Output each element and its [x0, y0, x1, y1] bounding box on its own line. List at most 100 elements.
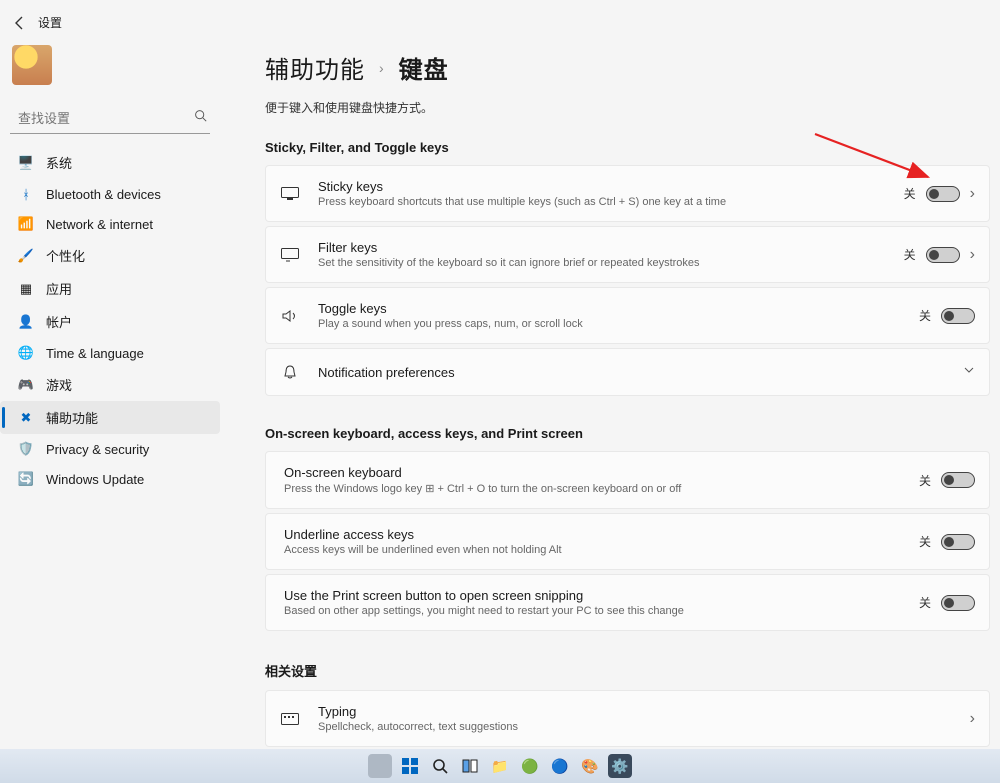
card-title: Sticky keys	[318, 179, 904, 194]
toggle-state: 关	[904, 185, 916, 202]
search-taskbar-icon[interactable]	[428, 754, 452, 778]
card-print-screen[interactable]: Use the Print screen button to open scre…	[265, 574, 990, 631]
chevron-right-icon[interactable]: ›	[970, 185, 975, 203]
taskbar: 📁 🟢 🔵 🎨 ⚙️	[0, 749, 1000, 783]
nav-label: Privacy & security	[46, 442, 149, 457]
brush-icon: 🖌️	[18, 248, 34, 264]
browser-icon-1[interactable]: 🟢	[518, 754, 542, 778]
card-title: Use the Print screen button to open scre…	[284, 588, 919, 603]
toggle-state: 关	[919, 307, 931, 324]
toggle-state: 关	[919, 533, 931, 550]
card-title: Filter keys	[318, 240, 904, 255]
prtsc-toggle[interactable]	[941, 595, 975, 611]
display-icon: 🖥️	[18, 155, 34, 171]
nav-bluetooth[interactable]: ᚼBluetooth & devices	[0, 179, 220, 209]
card-desc: Spellcheck, autocorrect, text suggestion…	[318, 721, 970, 733]
globe-clock-icon: 🌐	[18, 345, 34, 361]
accessibility-icon: ✖	[18, 410, 34, 426]
card-desc: Press keyboard shortcuts that use multip…	[318, 196, 904, 208]
toggle-state: 关	[904, 246, 916, 263]
person-icon: 👤	[18, 314, 34, 330]
card-title: Underline access keys	[284, 527, 919, 542]
app-icon-4[interactable]: 🎨	[578, 754, 602, 778]
search-box[interactable]	[10, 103, 210, 134]
browser-icon-2[interactable]: 🔵	[548, 754, 572, 778]
task-view-icon[interactable]	[458, 754, 482, 778]
breadcrumb-current: 键盘	[399, 50, 449, 85]
card-typing[interactable]: Typing Spellcheck, autocorrect, text sug…	[265, 690, 990, 747]
card-filter-keys[interactable]: Filter keys Set the sensitivity of the k…	[265, 226, 990, 283]
file-explorer-icon[interactable]: 📁	[488, 754, 512, 778]
toggle-state: 关	[919, 472, 931, 489]
nav-label: 帐户	[46, 312, 72, 331]
filter-keys-toggle[interactable]	[926, 247, 960, 263]
taskbar-blank[interactable]	[368, 754, 392, 778]
chevron-right-icon[interactable]: ›	[970, 246, 975, 264]
bell-icon	[280, 362, 300, 382]
nav-system[interactable]: 🖥️ 系统	[0, 146, 220, 179]
chevron-right-icon: ›	[379, 60, 385, 76]
settings-taskbar-icon[interactable]: ⚙️	[608, 754, 632, 778]
chevron-right-icon[interactable]: ›	[970, 710, 975, 728]
nav-accessibility[interactable]: ✖ 辅助功能	[0, 401, 220, 434]
card-desc: Access keys will be underlined even when…	[284, 544, 919, 556]
card-notification-prefs[interactable]: Notification preferences	[265, 348, 990, 396]
page-subtitle: 便于键入和使用键盘快捷方式。	[265, 99, 990, 116]
osk-toggle[interactable]	[941, 472, 975, 488]
app-title: 设置	[38, 14, 62, 31]
card-desc: Set the sensitivity of the keyboard so i…	[318, 257, 904, 269]
section-sticky-title: Sticky, Filter, and Toggle keys	[265, 140, 990, 155]
nav-apps[interactable]: ▦ 应用	[0, 272, 220, 305]
nav-label: 游戏	[46, 375, 72, 394]
toggle-keys-toggle[interactable]	[941, 308, 975, 324]
card-desc: Based on other app settings, you might n…	[284, 605, 919, 617]
sticky-keys-toggle[interactable]	[926, 186, 960, 202]
underline-toggle[interactable]	[941, 534, 975, 550]
card-title: Typing	[318, 704, 970, 719]
nav-personalization[interactable]: 🖌️ 个性化	[0, 239, 220, 272]
card-desc: Play a sound when you press caps, num, o…	[318, 318, 919, 330]
card-underline-access-keys[interactable]: Underline access keys Access keys will b…	[265, 513, 990, 570]
nav-list: 🖥️ 系统 ᚼBluetooth & devices 📶 Network & int…	[0, 146, 220, 494]
bluetooth-icon: ᚼ	[18, 186, 34, 202]
wifi-icon: 📶	[18, 216, 34, 232]
nav-accounts[interactable]: 👤 帐户	[0, 305, 220, 338]
nav-label: 系统	[46, 153, 72, 172]
shield-icon: 🛡️	[18, 441, 34, 457]
card-toggle-keys[interactable]: Toggle keys Play a sound when you press …	[265, 287, 990, 344]
nav-privacy[interactable]: 🛡️ Privacy & security	[0, 434, 220, 464]
nav-label: 个性化	[46, 246, 85, 265]
nav-label: 应用	[46, 279, 72, 298]
update-icon: 🔄	[18, 471, 34, 487]
card-desc: Press the Windows logo key ⊞ + Ctrl + O …	[284, 482, 919, 495]
avatar[interactable]	[12, 45, 52, 85]
section-onscreen-title: On-screen keyboard, access keys, and Pri…	[265, 426, 990, 441]
card-title: Notification preferences	[318, 365, 963, 380]
keyboard-icon	[280, 184, 300, 204]
main-content: 辅助功能 › 键盘 便于键入和使用键盘快捷方式。 Sticky, Filter,…	[265, 50, 990, 749]
nav-label: 辅助功能	[46, 408, 98, 427]
nav-label: Time & language	[46, 346, 144, 361]
section-related-title: 相关设置	[265, 661, 990, 680]
search-input[interactable]	[18, 111, 194, 126]
nav-time-language[interactable]: 🌐 Time & language	[0, 338, 220, 368]
breadcrumb: 辅助功能 › 键盘	[265, 50, 990, 85]
nav-label: Network & internet	[46, 217, 153, 232]
sound-icon	[280, 306, 300, 326]
card-title: Toggle keys	[318, 301, 919, 316]
keyboard-filter-icon	[280, 245, 300, 265]
search-icon	[194, 109, 207, 127]
start-button[interactable]	[398, 754, 422, 778]
breadcrumb-parent[interactable]: 辅助功能	[265, 50, 365, 85]
toggle-state: 关	[919, 594, 931, 611]
nav-windows-update[interactable]: 🔄 Windows Update	[0, 464, 220, 494]
back-button[interactable]	[12, 15, 28, 31]
nav-network[interactable]: 📶 Network & internet	[0, 209, 220, 239]
keyboard-typing-icon	[280, 709, 300, 729]
chevron-down-icon[interactable]	[963, 363, 975, 381]
apps-icon: ▦	[18, 281, 34, 297]
card-onscreen-keyboard[interactable]: On-screen keyboard Press the Windows log…	[265, 451, 990, 509]
card-sticky-keys[interactable]: Sticky keys Press keyboard shortcuts tha…	[265, 165, 990, 222]
nav-gaming[interactable]: 🎮游戏	[0, 368, 220, 401]
nav-label: Windows Update	[46, 472, 144, 487]
